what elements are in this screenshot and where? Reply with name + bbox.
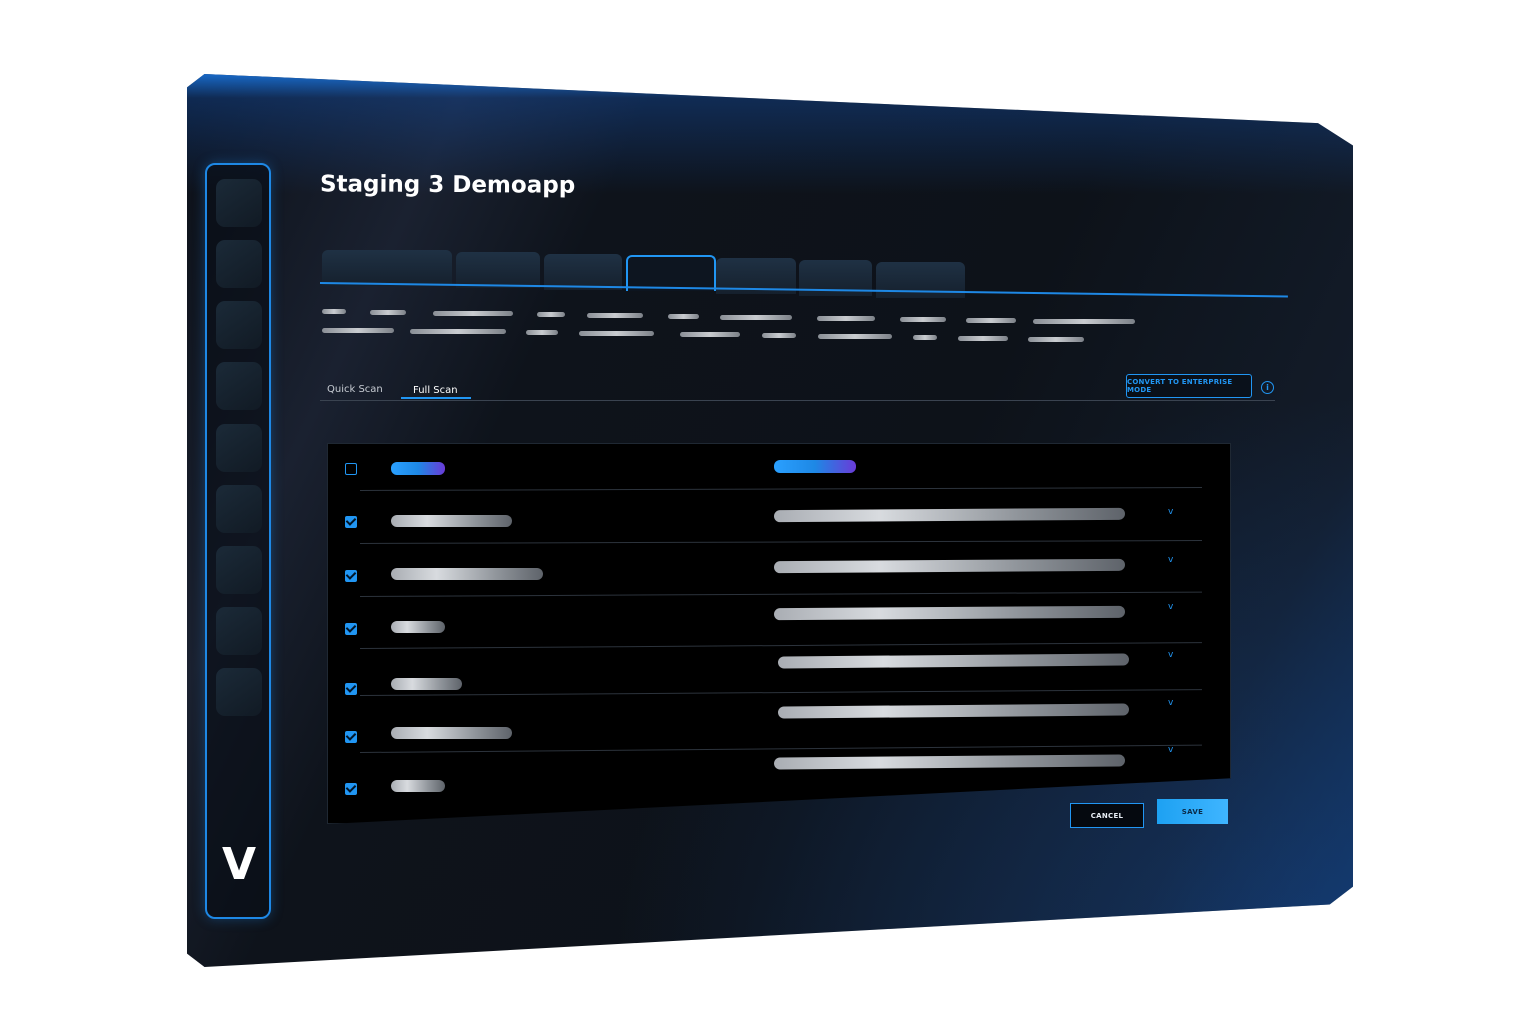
nav-tab[interactable] (456, 252, 540, 288)
column-header-placeholder (774, 460, 856, 473)
row-checkbox[interactable] (345, 516, 357, 528)
info-placeholder (370, 310, 406, 315)
sidebar-item[interactable] (216, 607, 262, 655)
sidebar-item[interactable] (216, 424, 262, 472)
info-placeholder (537, 312, 565, 317)
row-checkbox[interactable] (345, 623, 357, 635)
row-checkbox[interactable] (345, 683, 357, 695)
sidebar-item[interactable] (216, 546, 262, 594)
info-placeholder (680, 332, 740, 337)
info-placeholder (913, 335, 937, 340)
info-placeholder (900, 317, 946, 322)
info-placeholder (579, 331, 654, 336)
row-checkbox[interactable] (345, 783, 357, 795)
save-button[interactable]: SAVE (1157, 799, 1228, 824)
select-all-checkbox[interactable] (345, 463, 357, 475)
info-placeholder (966, 318, 1016, 323)
chevron-down-icon[interactable]: v (1168, 650, 1173, 660)
cancel-button[interactable]: CANCEL (1070, 803, 1144, 828)
row-checkbox[interactable] (345, 731, 357, 743)
info-placeholder (720, 315, 792, 320)
sidebar: V (205, 163, 271, 919)
page-title: Staging 3 Demoapp (319, 171, 576, 199)
info-placeholder (818, 334, 892, 339)
row-name-placeholder (391, 678, 462, 690)
info-placeholder (322, 328, 394, 333)
info-icon[interactable]: i (1261, 381, 1274, 394)
row-name-placeholder (391, 568, 543, 580)
info-placeholder (433, 311, 513, 316)
tabs-divider (320, 400, 1275, 401)
info-placeholder (1028, 337, 1084, 342)
active-tab-indicator (401, 397, 471, 399)
tab-quick-scan[interactable]: Quick Scan (327, 384, 383, 395)
sidebar-item[interactable] (216, 301, 262, 349)
chevron-down-icon[interactable]: v (1168, 507, 1173, 517)
info-placeholder (817, 316, 875, 321)
info-placeholder (1033, 319, 1135, 324)
row-value-placeholder (773, 605, 1126, 621)
sidebar-item[interactable] (216, 668, 262, 716)
sidebar-item[interactable] (216, 240, 262, 288)
info-placeholder (322, 309, 346, 314)
info-placeholder (587, 313, 643, 318)
sidebar-item[interactable] (216, 179, 262, 227)
sidebar-item[interactable] (216, 485, 262, 533)
row-value-placeholder (773, 558, 1126, 574)
nav-tab[interactable] (322, 250, 452, 286)
info-placeholder (762, 333, 796, 338)
info-placeholder (410, 329, 506, 334)
row-name-placeholder (391, 621, 445, 633)
row-checkbox[interactable] (345, 570, 357, 582)
row-name-placeholder (391, 780, 445, 792)
row-name-placeholder (391, 515, 512, 527)
tab-full-scan[interactable]: Full Scan (413, 385, 458, 396)
chevron-down-icon[interactable]: v (1168, 555, 1173, 565)
info-placeholder (668, 314, 699, 319)
column-header-placeholder (391, 462, 445, 475)
row-value-placeholder (773, 507, 1126, 523)
row-name-placeholder (391, 727, 512, 739)
chevron-down-icon[interactable]: v (1168, 745, 1173, 755)
info-placeholder (526, 330, 558, 335)
chevron-down-icon[interactable]: v (1168, 698, 1173, 708)
sidebar-item[interactable] (216, 362, 262, 410)
chevron-down-icon[interactable]: v (1168, 602, 1173, 612)
convert-enterprise-button[interactable]: CONVERT TO ENTERPRISE MODE (1126, 374, 1252, 398)
brand-logo: V (221, 839, 257, 890)
info-placeholder (958, 336, 1008, 341)
